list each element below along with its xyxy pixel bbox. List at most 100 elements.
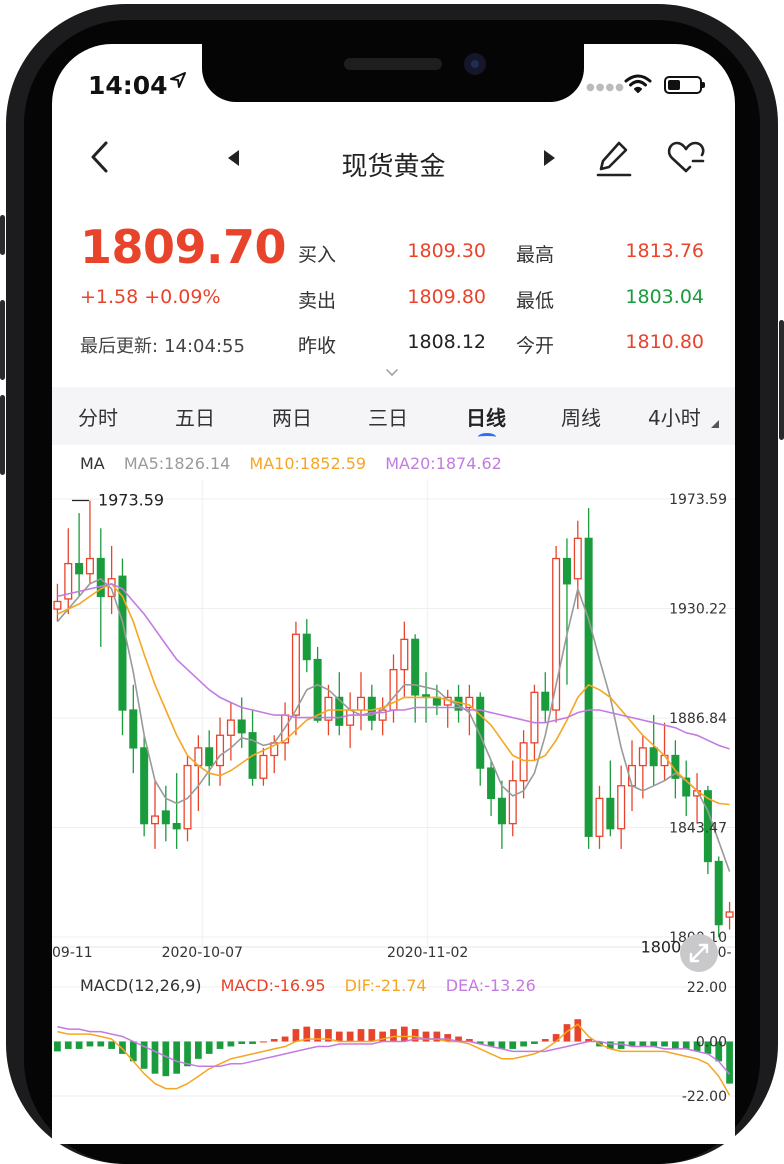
macd-y-tick-label: -22.00 bbox=[682, 1089, 727, 1105]
candle-up bbox=[400, 638, 409, 671]
candle-up bbox=[53, 600, 62, 610]
macd-bar-positive bbox=[260, 1041, 267, 1043]
macd-bar-negative bbox=[86, 1041, 94, 1047]
candle-up bbox=[150, 815, 160, 825]
x-tick-label: 2020-11-02 bbox=[387, 945, 468, 961]
candle-up bbox=[508, 780, 517, 825]
candle-down bbox=[302, 633, 311, 661]
macd-bar-positive bbox=[422, 1031, 430, 1042]
candle-up bbox=[530, 691, 539, 744]
macd-bar-positive bbox=[346, 1031, 354, 1042]
macd-bar-negative bbox=[108, 1041, 115, 1049]
macd-bar-positive bbox=[357, 1029, 365, 1042]
candle-up bbox=[573, 537, 582, 580]
macd-bar-negative bbox=[151, 1041, 159, 1074]
macd-bar-positive bbox=[368, 1029, 376, 1042]
kline-labels: 1973.591930.221886.841843.471800.1009-11… bbox=[52, 490, 732, 961]
volume-up-button bbox=[0, 300, 5, 380]
candle-down bbox=[714, 860, 723, 926]
candle-down bbox=[140, 747, 149, 825]
candle-up bbox=[660, 754, 669, 767]
macd-bar-negative bbox=[162, 1041, 170, 1077]
macd-bar-negative bbox=[194, 1041, 202, 1059]
volume-down-button bbox=[0, 395, 5, 475]
y-tick-label: 1843.47 bbox=[669, 821, 727, 837]
macd-bar-negative bbox=[173, 1041, 181, 1074]
dea-legend: DEA:-13.26 bbox=[445, 976, 536, 995]
app-screen: 14:04 ●●●● 现货黄金 1809.70 +1.58 +0.09% 最后更… bbox=[52, 44, 735, 1144]
macd-bar-negative bbox=[216, 1041, 224, 1049]
macd-marks bbox=[54, 1019, 733, 1096]
macd-bar-negative bbox=[531, 1041, 538, 1044]
candle-up bbox=[324, 696, 333, 721]
candle-up bbox=[226, 719, 235, 736]
macd-bar-positive bbox=[292, 1029, 300, 1042]
macd-bar-positive bbox=[270, 1039, 278, 1042]
macd-bar-negative bbox=[227, 1041, 235, 1047]
macd-legend: MACD(12,26,9) MACD:-16.95 DIF:-21.74 DEA… bbox=[80, 976, 550, 995]
candle-down bbox=[313, 658, 322, 721]
macd-bar-negative bbox=[249, 1041, 256, 1044]
y-tick-label: 1973.59 bbox=[669, 492, 727, 508]
candle-up bbox=[725, 911, 734, 918]
macd-bar-negative bbox=[650, 1041, 658, 1047]
candle-up bbox=[595, 797, 604, 837]
candle-up bbox=[356, 696, 365, 711]
macd-bar-positive bbox=[574, 1019, 582, 1042]
candle-down bbox=[649, 747, 658, 767]
macd-bar-negative bbox=[639, 1041, 647, 1047]
candle-down bbox=[476, 696, 485, 769]
candle-down bbox=[75, 562, 84, 575]
candle-down bbox=[161, 810, 170, 825]
macd-bar-negative bbox=[54, 1041, 61, 1052]
candle-down bbox=[606, 797, 615, 830]
power-button bbox=[779, 320, 784, 440]
kline-marks bbox=[53, 500, 734, 938]
phone-frame: 14:04 ●●●● 现货黄金 1809.70 +1.58 +0.09% 最后更… bbox=[0, 0, 784, 1164]
macd-bar-negative bbox=[520, 1041, 527, 1047]
candle-up bbox=[291, 633, 300, 716]
macd-bar-positive bbox=[400, 1026, 408, 1042]
candle-down bbox=[497, 797, 506, 825]
macd-bar-negative bbox=[97, 1041, 105, 1047]
candle-down bbox=[541, 691, 550, 711]
max-price-label: 1973.59 bbox=[98, 490, 164, 509]
candle-down bbox=[487, 767, 496, 800]
macd-bar-negative bbox=[672, 1041, 679, 1049]
macd-bar-negative bbox=[661, 1041, 668, 1047]
macd-bar-negative bbox=[64, 1041, 72, 1049]
macd-y-tick-label: 0.00 bbox=[696, 1035, 727, 1051]
macd-legend-title: MACD(12,26,9) bbox=[80, 976, 202, 995]
macd-bar-negative bbox=[75, 1041, 83, 1049]
macd-bar-negative bbox=[205, 1041, 213, 1054]
mute-switch bbox=[0, 215, 5, 255]
candle-up bbox=[617, 785, 626, 830]
candle-down bbox=[172, 822, 181, 830]
macd-y-tick-label: 22.00 bbox=[687, 980, 727, 996]
macd-bar-positive bbox=[541, 1039, 549, 1042]
candle-down bbox=[411, 638, 420, 696]
candle-up bbox=[259, 754, 268, 779]
macd-bar-positive bbox=[552, 1034, 560, 1042]
macd-bar-negative bbox=[726, 1041, 733, 1084]
candle-down bbox=[237, 719, 246, 734]
candle-down bbox=[205, 747, 214, 767]
candle-up bbox=[183, 764, 192, 830]
macd-bar-negative bbox=[509, 1041, 517, 1049]
candle-up bbox=[638, 747, 647, 767]
macd-bar-positive bbox=[335, 1031, 343, 1042]
y-tick-label: 1930.22 bbox=[669, 602, 727, 618]
x-tick-label: 2020-10-07 bbox=[162, 945, 243, 961]
candle-up bbox=[346, 709, 355, 726]
x-tick-label: 09-11 bbox=[52, 945, 93, 961]
candle-down bbox=[129, 709, 138, 749]
macd-bar-positive bbox=[281, 1036, 289, 1042]
candle-up bbox=[85, 557, 94, 575]
dif-legend: DIF:-21.74 bbox=[344, 976, 427, 995]
fullscreen-button[interactable] bbox=[680, 934, 718, 972]
macd-value-legend: MACD:-16.95 bbox=[220, 976, 326, 995]
expand-arrows-icon bbox=[689, 943, 709, 963]
macd-bar-negative bbox=[238, 1041, 246, 1044]
macd-bar-positive bbox=[390, 1029, 397, 1042]
y-tick-label: 1886.84 bbox=[669, 711, 727, 727]
